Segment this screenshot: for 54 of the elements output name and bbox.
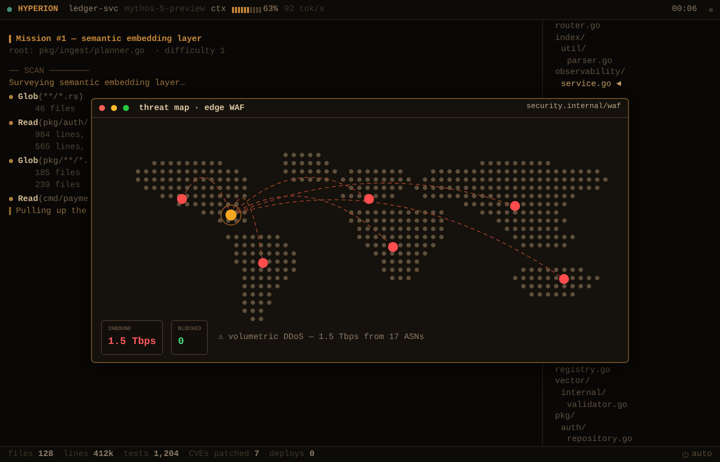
file-tree-item[interactable]: observability/ (555, 67, 626, 79)
file-tree-item[interactable]: validator.go (567, 400, 628, 412)
file-tree-item[interactable]: vector/ (555, 376, 590, 388)
app-name: HYPERION (18, 3, 58, 16)
progress-marker-icon (9, 207, 11, 215)
mission-root: root: pkg/ingest/planner.go · difficulty 1 (9, 45, 226, 57)
attack-marker (388, 242, 398, 252)
file-tree-item[interactable]: util/ (561, 44, 586, 56)
file-tree-item[interactable]: service.go ◄ (561, 78, 622, 91)
section-header: ── SCAN ──────── (9, 65, 90, 77)
context-reading: 63% (262, 3, 278, 16)
file-tree-item[interactable]: internal/ (561, 388, 606, 400)
attack-marker (510, 201, 520, 211)
mode-label: auto (692, 448, 712, 461)
context-label: ctx (210, 3, 226, 16)
project-name: ledger-svc (68, 3, 118, 16)
stat-value: 0 (178, 336, 186, 350)
mission-marker-icon (9, 35, 11, 43)
bullet-icon (9, 95, 13, 99)
file-tree-item[interactable]: index/ (555, 32, 586, 44)
tool-result: 565 lines, (35, 141, 86, 153)
attack-marker (177, 194, 187, 204)
tool-result: 185 files (35, 167, 80, 179)
attack-marker (364, 194, 374, 204)
status-line: Surveying semantic embedding layer… (9, 77, 185, 89)
close-icon[interactable] (99, 105, 105, 111)
tool-call: Glob(pkg/**/*. (18, 155, 88, 167)
file-tree-item[interactable]: parser.go (567, 56, 612, 68)
power-icon (682, 450, 689, 458)
tool-call: Read(cmd/payme (18, 193, 88, 205)
bullet-icon (9, 121, 13, 125)
tool-result: 46 files (35, 103, 76, 115)
tool-call: Glob(**/*.rs) (18, 91, 84, 103)
stat-value: 1.5 Tbps (108, 336, 156, 350)
tool-call: Read(pkg/auth/ (18, 117, 88, 129)
mission-title: Mission #1 — semantic embedding layer (16, 33, 202, 45)
window-title: threat map · edge WAF (139, 102, 245, 114)
tool-result: 239 files (35, 179, 80, 191)
source-marker (220, 204, 242, 226)
file-tree-item[interactable]: registry.go (555, 364, 610, 376)
file-tree-item[interactable]: auth/ (561, 422, 586, 434)
alert-message: ⚠ volumetric DDoS — 1.5 Tbps from 17 ASNs (218, 331, 424, 344)
file-tree-item[interactable]: repository.go (567, 434, 632, 446)
pending-line: Pulling up the (16, 205, 86, 217)
maximize-icon[interactable] (123, 105, 129, 111)
attack-marker (258, 258, 268, 268)
clock: 00:06 (672, 3, 697, 16)
bullet-icon (9, 197, 13, 201)
file-tree-item[interactable]: pkg/ (555, 411, 576, 423)
minimize-icon[interactable] (111, 105, 117, 111)
tool-result: 984 lines, (35, 129, 86, 141)
attack-marker (559, 274, 569, 284)
file-tree-item[interactable]: router.go (555, 21, 600, 33)
bullet-icon (9, 159, 13, 163)
